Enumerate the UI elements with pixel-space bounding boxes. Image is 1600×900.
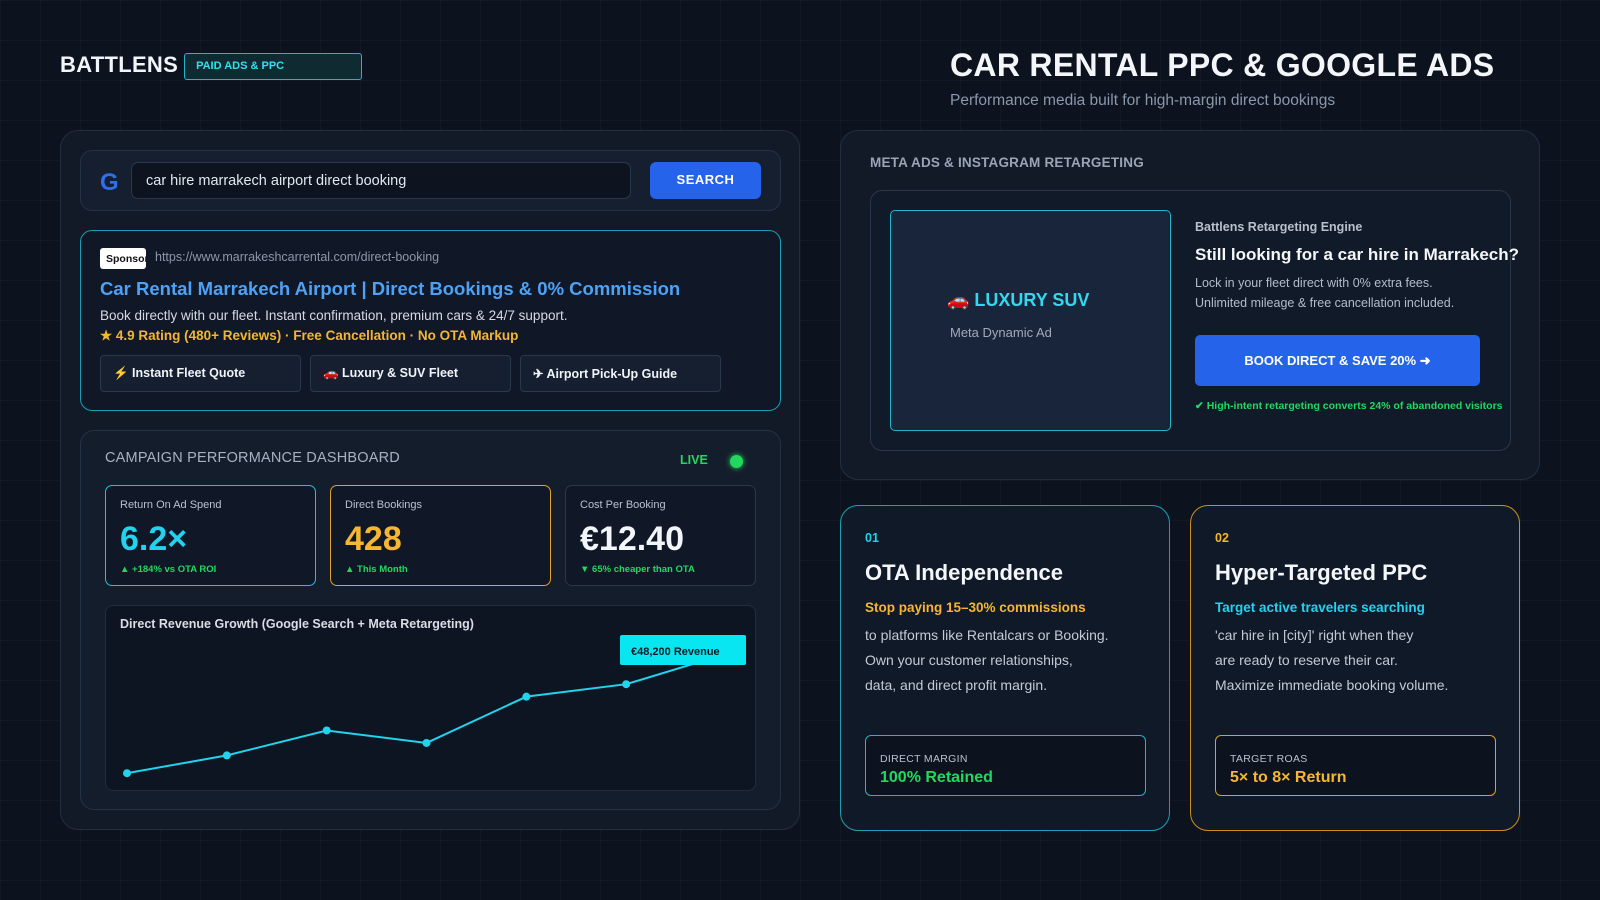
stat-value: 428 [345, 520, 402, 558]
feature-metric-box: TARGET ROAS 5× to 8× Return [1215, 735, 1496, 796]
meta-ad-headline: Still looking for a car hire in Marrakec… [1195, 245, 1520, 264]
live-label: LIVE [680, 453, 708, 467]
ad-headline-link[interactable]: Car Rental Marrakech Airport | Direct Bo… [100, 278, 680, 300]
feature-title: OTA Independence [865, 560, 1064, 585]
stat-note: ▼ 65% cheaper than OTA [580, 564, 695, 575]
stat-card-direct-bookings: Direct Bookings 428 ▲ This Month [330, 485, 551, 586]
google-logo-icon: G [100, 169, 119, 196]
data-point-2 [222, 751, 231, 760]
feature-card-ota-independence: 01 OTA Independence Stop paying 15–30% c… [840, 505, 1170, 831]
data-point-5 [522, 692, 531, 701]
book-direct-button[interactable]: BOOK DIRECT & SAVE 20% ➜ [1195, 335, 1480, 386]
ad-description: Book directly with our fleet. Instant co… [100, 308, 568, 323]
stat-note: ▲ This Month [345, 564, 408, 575]
search-input[interactable] [131, 162, 631, 199]
feature-body-line: data, and direct profit margin. [865, 677, 1048, 693]
sponsored-badge: Sponsored [100, 248, 146, 269]
stat-card-roas: Return On Ad Spend 6.2× ▲ +184% vs OTA R… [105, 485, 316, 586]
live-indicator-icon [730, 455, 743, 468]
stat-note: ▲ +184% vs OTA ROI [120, 564, 217, 575]
brand-badge: PAID ADS & PPC [184, 53, 363, 80]
page-subtitle: Performance media built for high-margin … [950, 92, 1336, 109]
stat-label: Cost Per Booking [580, 499, 666, 511]
data-point-3 [322, 726, 331, 735]
feature-number: 01 [865, 531, 879, 545]
sitelink-instant-fleet-quote[interactable]: ⚡ Instant Fleet Quote [100, 355, 301, 392]
feature-title: Hyper-Targeted PPC [1215, 560, 1428, 585]
sitelink-airport-pickup-guide[interactable]: ✈ Airport Pick-Up Guide [520, 355, 721, 392]
stat-label: Return On Ad Spend [120, 499, 222, 511]
metric-value: 100% Retained [880, 769, 993, 786]
brand: BATTLENS PAID ADS & PPC [60, 50, 363, 80]
feature-number: 02 [1215, 531, 1229, 545]
retargeting-engine-label: Battlens Retargeting Engine [1195, 220, 1363, 234]
ad-rating-extension: ★ 4.9 Rating (480+ Reviews) · Free Cance… [100, 328, 519, 343]
data-point-6 [622, 680, 631, 689]
revenue-chart: €48,200 Revenue [123, 635, 746, 778]
creative-sublabel: Meta Dynamic Ad [950, 325, 1052, 340]
sitelink-luxury-suv-fleet[interactable]: 🚗 Luxury & SUV Fleet [310, 355, 511, 392]
feature-body-line: to platforms like Rentalcars or Booking. [865, 627, 1109, 643]
search-button[interactable]: SEARCH [650, 162, 761, 199]
feature-body-line: 'car hire in [city]' right when they [1215, 627, 1414, 643]
data-point-1 [123, 769, 131, 778]
stat-value: 6.2× [120, 520, 188, 558]
feature-body-line: are ready to reserve their car. [1215, 652, 1398, 668]
data-point-4 [422, 738, 431, 747]
feature-lead: Stop paying 15–30% commissions [865, 600, 1086, 615]
feature-lead: Target active travelers searching [1215, 600, 1425, 615]
feature-body-line: Own your customer relationships, [865, 652, 1073, 668]
metric-value: 5× to 8× Return [1230, 769, 1347, 786]
revenue-line [126, 652, 727, 775]
metric-label: DIRECT MARGIN [880, 753, 968, 765]
stat-card-cost-per-booking: Cost Per Booking €12.40 ▼ 65% cheaper th… [565, 485, 756, 586]
meta-ad-copy: Lock in your fleet direct with 0% extra … [1195, 273, 1454, 313]
brand-logo-text: BATTLENS [60, 52, 179, 77]
meta-section-title: META ADS & INSTAGRAM RETARGETING [870, 155, 1144, 170]
feature-body: 'car hire in [city]' right when they are… [1215, 623, 1448, 698]
meta-ad-copy-line: Unlimited mileage & free cancellation in… [1195, 296, 1455, 310]
metric-label: TARGET ROAS [1230, 753, 1308, 765]
feature-metric-box: DIRECT MARGIN 100% Retained [865, 735, 1146, 796]
feature-body-line: Maximize immediate booking volume. [1215, 677, 1449, 693]
page-title: CAR RENTAL PPC & GOOGLE ADS [950, 47, 1495, 83]
retargeting-note: ✔ High-intent retargeting converts 24% o… [1195, 400, 1503, 412]
stat-label: Direct Bookings [345, 499, 423, 511]
meta-ad-copy-line: Lock in your fleet direct with 0% extra … [1195, 276, 1433, 290]
stat-value: €12.40 [580, 520, 684, 558]
chart-annotation-label: €48,200 Revenue [631, 646, 720, 658]
feature-card-hyper-targeted-ppc: 02 Hyper-Targeted PPC Target active trav… [1190, 505, 1520, 831]
dashboard-title: CAMPAIGN PERFORMANCE DASHBOARD [105, 450, 400, 466]
feature-body: to platforms like Rentalcars or Booking.… [865, 623, 1109, 698]
ad-url[interactable]: https://www.marrakeshcarrental.com/direc… [155, 250, 439, 264]
creative-label: 🚗 LUXURY SUV [947, 290, 1090, 310]
meta-creative-image [890, 210, 1171, 431]
